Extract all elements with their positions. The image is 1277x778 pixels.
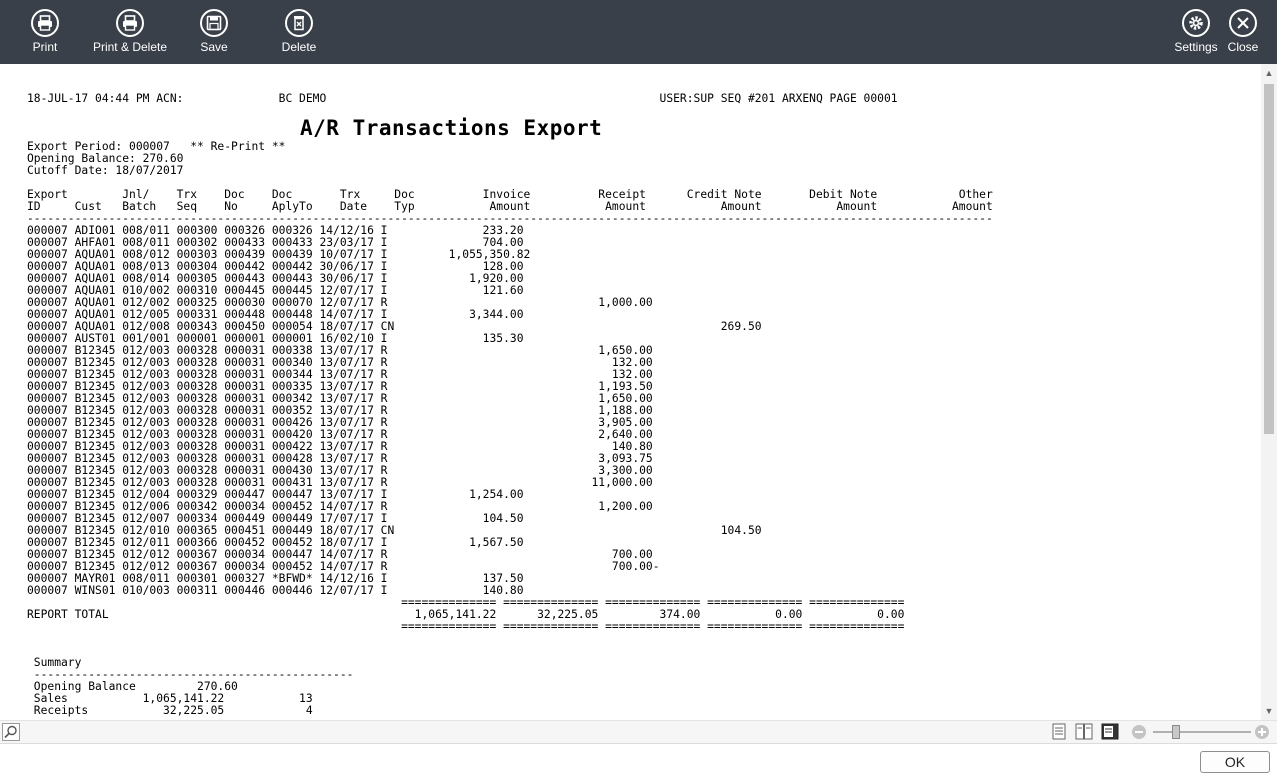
print-label: Print [32, 40, 58, 54]
report-viewer: 18-JUL-17 04:44 PM ACN: BC DEMO USER:SUP… [0, 64, 1261, 720]
close-icon [1229, 9, 1257, 37]
printer-icon [31, 9, 59, 37]
vertical-scrollbar[interactable]: ▲ ▼ [1261, 64, 1277, 720]
close-label: Close [1227, 40, 1259, 54]
report-body: 18-JUL-17 04:44 PM ACN: BC DEMO USER:SUP… [27, 93, 993, 717]
ok-button[interactable]: OK [1200, 751, 1270, 773]
settings-label: Settings [1174, 40, 1218, 54]
gear-icon [1182, 9, 1210, 37]
save-button[interactable]: Save [192, 8, 236, 60]
delete-label: Delete [281, 40, 317, 54]
zoom-in-icon[interactable] [1254, 724, 1270, 740]
toolbar: Print Print & Delete Save Delete Setting… [0, 0, 1277, 64]
zoom-slider-thumb[interactable] [1172, 725, 1180, 739]
floppy-disk-icon [200, 9, 228, 37]
single-page-view-icon[interactable] [1050, 723, 1068, 740]
delete-button[interactable]: Delete [277, 8, 321, 60]
summary-row: Receipts 32,225.05 4 [27, 704, 313, 717]
print-delete-label: Print & Delete [92, 40, 168, 54]
zoom-out-icon[interactable] [1131, 724, 1147, 740]
viewer-status-bar [0, 720, 1277, 743]
close-button[interactable]: Close [1223, 8, 1263, 60]
trash-icon [285, 9, 313, 37]
continuous-view-icon[interactable] [1101, 723, 1119, 740]
settings-button[interactable]: Settings [1173, 8, 1219, 60]
printer-icon [116, 9, 144, 37]
report-header-line: 18-JUL-17 04:44 PM ACN: BC DEMO USER:SUP… [27, 92, 898, 105]
two-page-view-icon[interactable] [1075, 723, 1093, 740]
dialog-footer: OK [0, 743, 1277, 778]
scroll-down-icon[interactable]: ▼ [1261, 704, 1277, 718]
cutoff-date: Cutoff Date: 18/07/2017 [27, 164, 184, 177]
print-delete-button[interactable]: Print & Delete [88, 8, 172, 60]
zoom-slider[interactable] [1153, 731, 1251, 733]
report-title: A/R Transactions Export [300, 116, 603, 140]
total-divider-bottom: ============== ============== ==========… [27, 620, 905, 633]
scrollbar-thumb[interactable] [1264, 84, 1274, 434]
save-label: Save [200, 40, 228, 54]
scroll-up-icon[interactable]: ▲ [1261, 66, 1277, 80]
search-icon[interactable] [2, 723, 20, 741]
print-button[interactable]: Print [22, 8, 68, 60]
